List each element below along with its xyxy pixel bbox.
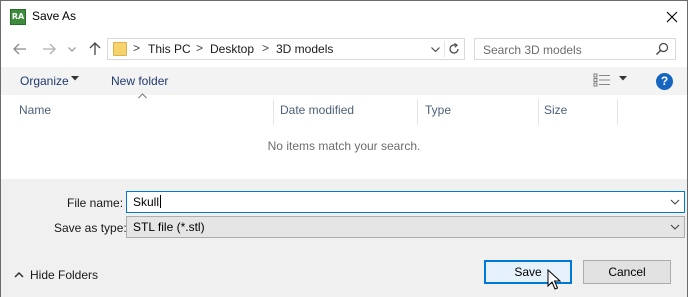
save-as-type-select[interactable]: STL file (*.stl)	[126, 216, 685, 238]
recent-locations-button[interactable]	[65, 39, 79, 59]
empty-message: No items match your search.	[267, 139, 421, 153]
save-as-type-value: STL file (*.stl)	[133, 220, 205, 234]
chevron-down-icon	[68, 46, 76, 52]
column-divider[interactable]	[273, 99, 274, 125]
up-button[interactable]	[86, 39, 104, 59]
mouse-pointer-icon	[547, 269, 561, 290]
save-options-pane: File name: Skull Save as type: STL file …	[1, 179, 687, 297]
chevron-down-icon	[430, 46, 440, 52]
column-divider[interactable]	[617, 99, 618, 125]
breadcrumb-this-pc[interactable]: This PC	[148, 42, 191, 56]
chevron-up-icon	[14, 272, 24, 278]
column-divider[interactable]	[417, 99, 418, 125]
sort-ascending-icon	[138, 93, 147, 99]
chevron-down-icon	[670, 224, 680, 230]
window-title: Save As	[32, 9, 77, 23]
organize-button[interactable]: Organize	[20, 74, 69, 88]
search-icon	[656, 42, 669, 55]
column-header-name[interactable]: Name	[19, 103, 51, 117]
hide-folders-button[interactable]: Hide Folders	[14, 268, 98, 282]
save-as-type-label: Save as type:	[54, 221, 127, 235]
address-history-button[interactable]	[428, 41, 442, 57]
file-name-field[interactable]: Skull	[126, 191, 685, 213]
breadcrumb-separator: >	[196, 41, 204, 55]
column-header-date-modified[interactable]: Date modified	[280, 103, 354, 117]
column-header-size[interactable]: Size	[544, 103, 567, 117]
hide-folders-label: Hide Folders	[30, 268, 99, 282]
refresh-button[interactable]	[444, 41, 462, 57]
refresh-icon	[448, 43, 459, 54]
breadcrumb-desktop[interactable]: Desktop	[210, 42, 254, 56]
new-folder-button[interactable]: New folder	[111, 74, 168, 88]
help-button[interactable]: ?	[656, 73, 673, 90]
address-bar[interactable]: > This PC > Desktop > 3D models	[107, 38, 465, 60]
breadcrumb-separator: >	[262, 41, 270, 55]
file-name-label: File name:	[67, 196, 124, 210]
forward-button[interactable]	[40, 39, 58, 59]
breadcrumb-3d-models[interactable]: 3D models	[276, 42, 333, 56]
arrow-left-icon	[13, 43, 26, 55]
app-icon: RA	[10, 9, 26, 25]
chevron-down-icon[interactable]	[670, 195, 680, 209]
close-icon	[666, 11, 678, 22]
command-toolbar: Organize New folder ?	[1, 67, 687, 95]
search-input[interactable]: Search 3D models	[474, 38, 676, 60]
file-list: Name Date modified Type Size No items ma…	[1, 93, 687, 179]
back-button[interactable]	[11, 39, 29, 59]
folder-icon	[113, 42, 127, 56]
title-bar: RA Save As	[1, 1, 687, 32]
column-divider[interactable]	[538, 99, 539, 125]
save-as-dialog: RA Save As > This PC > Desktop > 3D mode…	[0, 0, 688, 297]
view-options-icon[interactable]	[593, 73, 611, 87]
close-button[interactable]	[657, 1, 687, 32]
caret-down-icon[interactable]	[619, 76, 627, 81]
search-placeholder: Search 3D models	[483, 43, 582, 57]
file-name-value: Skull	[133, 195, 162, 209]
arrow-right-icon	[43, 43, 56, 55]
cancel-button[interactable]: Cancel	[583, 260, 671, 284]
column-header-type[interactable]: Type	[425, 103, 451, 117]
arrow-up-icon	[89, 42, 101, 55]
text-cursor	[160, 195, 162, 208]
caret-down-icon	[71, 76, 79, 81]
breadcrumb-separator: >	[133, 41, 141, 55]
